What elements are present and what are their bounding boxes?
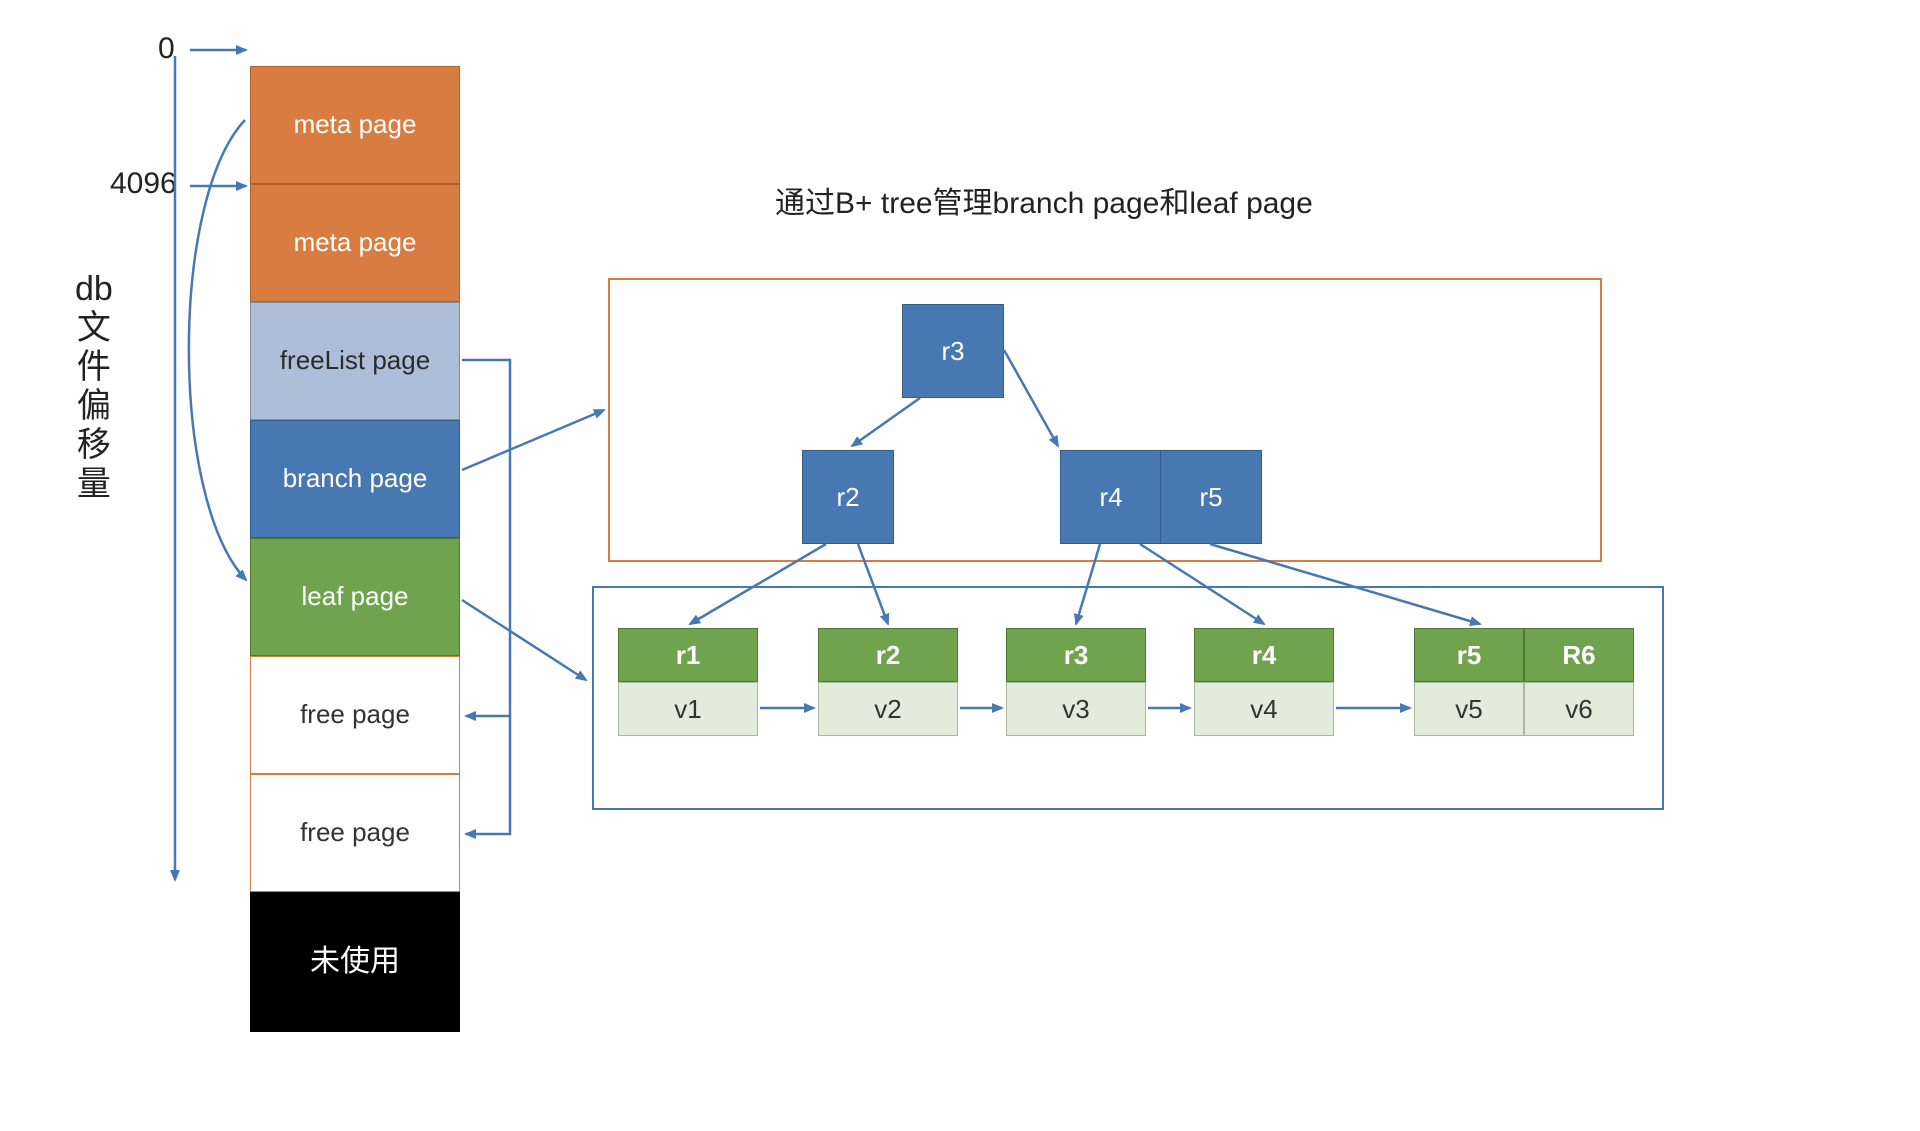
leaf-val-4: v4 (1194, 682, 1334, 736)
page-meta-1: meta page (250, 66, 460, 184)
leaf-key-1: r1 (618, 628, 758, 682)
leaf-key-4: r4 (1194, 628, 1334, 682)
page-free-2: free page (250, 774, 460, 892)
vlabel-c1: db (75, 270, 113, 309)
leaf-val-1: v1 (618, 682, 758, 736)
page-unused: 未使用 (250, 892, 460, 1032)
branch-node-root: r3 (902, 304, 1004, 398)
branch-node-left: r2 (802, 450, 894, 544)
page-freelist: freeList page (250, 302, 460, 420)
offset-4096: 4096 (110, 167, 177, 201)
leaf-key-2: r2 (818, 628, 958, 682)
leaf-node-3: r3 v3 (1006, 628, 1146, 736)
diagram-title: 通过B+ tree管理branch page和leaf page (775, 178, 1313, 222)
vlabel-c4: 偏 (77, 387, 111, 426)
leaf-node-4: r4 v4 (1194, 628, 1334, 736)
offset-zero: 0 (158, 32, 175, 66)
leaf-node-1: r1 v1 (618, 628, 758, 736)
vlabel-c3: 件 (77, 348, 111, 387)
branch-node-right-a: r4 (1060, 450, 1162, 544)
leaf-key-5: r5 (1414, 628, 1524, 682)
leaf-key-6: R6 (1524, 628, 1634, 682)
vlabel-c6: 量 (77, 465, 111, 504)
page-leaf: leaf page (250, 538, 460, 656)
leaf-node-5: r5 v5 (1414, 628, 1524, 736)
arrow-freelist-to-free2 (466, 716, 510, 834)
arrow-branchpage-to-frame (462, 410, 604, 470)
page-free-1: free page (250, 656, 460, 774)
arrow-meta-to-leaf (189, 120, 246, 580)
arrow-leafpage-to-frame (462, 600, 586, 680)
leaf-val-3: v3 (1006, 682, 1146, 736)
leaf-val-6: v6 (1524, 682, 1634, 736)
page-branch: branch page (250, 420, 460, 538)
leaf-val-5: v5 (1414, 682, 1524, 736)
file-offset-vertical-label: db 文 件 偏 移 量 (75, 270, 113, 505)
vlabel-c5: 移 (77, 426, 111, 465)
vlabel-c2: 文 (77, 309, 111, 348)
arrow-freelist-to-free1 (462, 360, 510, 716)
leaf-val-2: v2 (818, 682, 958, 736)
leaf-key-3: r3 (1006, 628, 1146, 682)
leaf-node-2: r2 v2 (818, 628, 958, 736)
page-meta-2: meta page (250, 184, 460, 302)
branch-node-right-b: r5 (1160, 450, 1262, 544)
leaf-node-6: R6 v6 (1524, 628, 1634, 736)
